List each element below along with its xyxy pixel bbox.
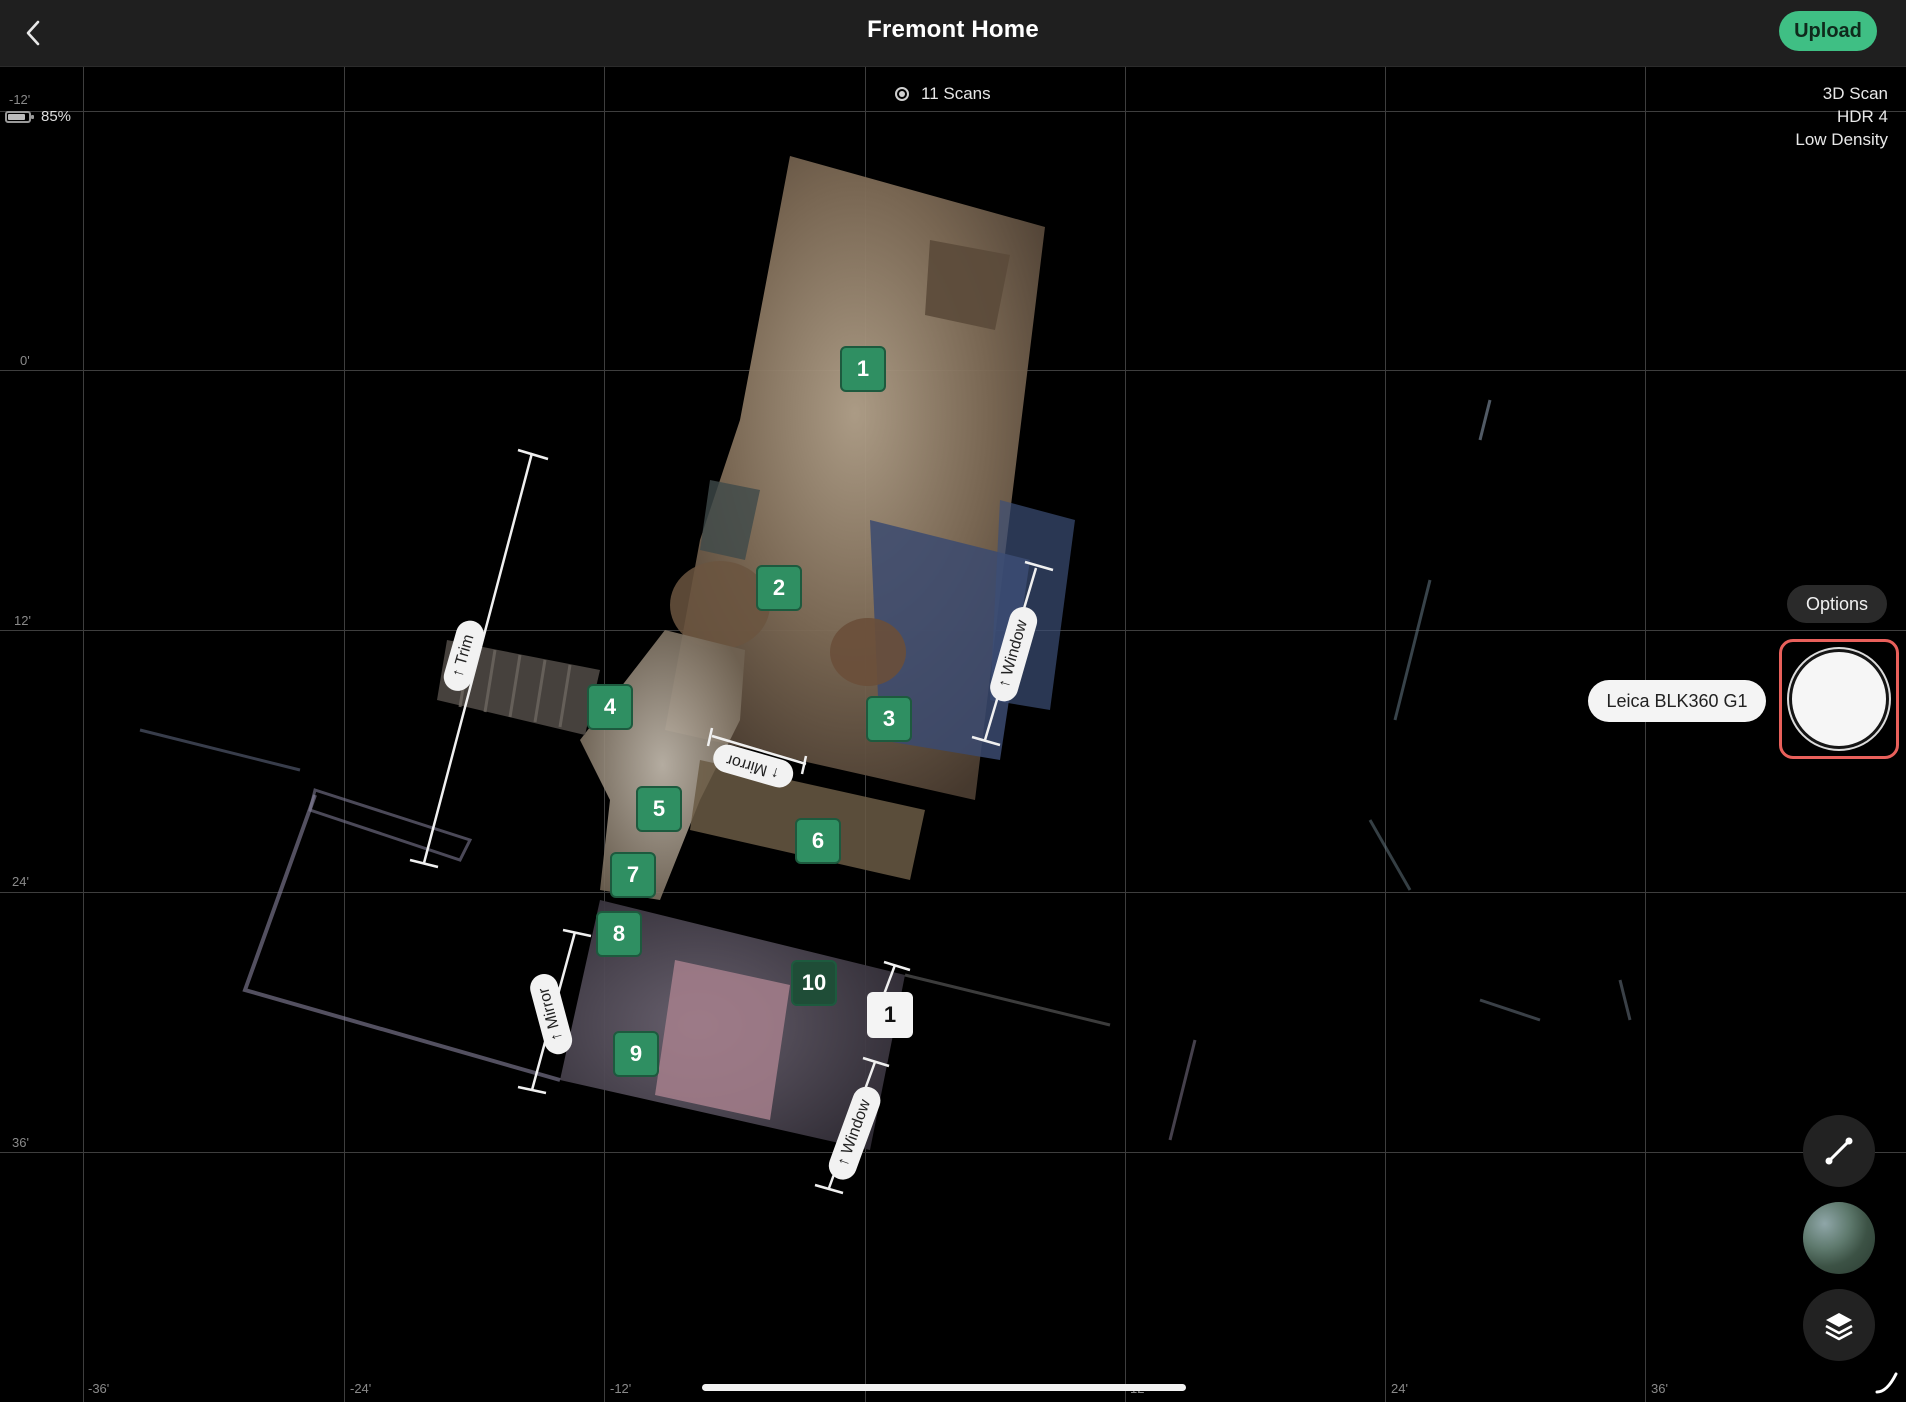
- y-axis-label: -12': [9, 92, 31, 107]
- shutter-highlight: [1779, 639, 1899, 759]
- layers-button[interactable]: [1803, 1289, 1875, 1361]
- y-axis-label: 24': [12, 874, 29, 889]
- scan-settings: 3D Scan HDR 4 Low Density: [1795, 82, 1888, 151]
- x-axis-label: 36': [1651, 1381, 1668, 1396]
- grid-line: [1125, 67, 1126, 1402]
- pencil-stroke-icon: [1875, 1372, 1898, 1394]
- scan-pin-9[interactable]: 9: [613, 1031, 659, 1077]
- page-title: Fremont Home: [867, 16, 1039, 43]
- grid-line: [0, 630, 1906, 631]
- options-button[interactable]: Options: [1787, 585, 1887, 623]
- scan-count-indicator: 11 Scans: [895, 84, 991, 104]
- scan-pin-5[interactable]: 5: [636, 786, 682, 832]
- grid-line: [604, 67, 605, 1402]
- scan-map[interactable]: -12' 0' 12' 24' 36' -36' -24' -12' 12' 2…: [0, 67, 1906, 1402]
- scan-density: Low Density: [1795, 130, 1888, 149]
- scan-pin-6[interactable]: 6: [795, 818, 841, 864]
- scan-count-label: 11 Scans: [921, 84, 991, 103]
- y-axis-label: 0': [20, 353, 30, 368]
- scan-hdr: HDR 4: [1836, 107, 1888, 126]
- battery-icon: [5, 110, 34, 123]
- y-axis-label: 36': [12, 1135, 29, 1150]
- scan-pin-8[interactable]: 8: [596, 911, 642, 957]
- scan-shutter-button[interactable]: [1789, 649, 1889, 749]
- grid-line: [344, 67, 345, 1402]
- grid-line: [1645, 67, 1646, 1402]
- grid-line: [0, 1152, 1906, 1153]
- scan-pin-4[interactable]: 4: [587, 684, 633, 730]
- floor-marker-label: 1: [883, 1002, 897, 1027]
- scan-pin-2[interactable]: 2: [756, 565, 802, 611]
- measure-button[interactable]: [1803, 1115, 1875, 1187]
- scan-pin-7[interactable]: 7: [610, 852, 656, 898]
- measure-line-icon: [1825, 1137, 1853, 1165]
- x-axis-label: 24': [1391, 1381, 1408, 1396]
- x-axis-label: -36': [88, 1381, 110, 1396]
- battery-indicator: 85%: [5, 108, 71, 125]
- scan-pin-1[interactable]: 1: [840, 346, 886, 392]
- x-axis-label: -12': [610, 1381, 632, 1396]
- upload-button[interactable]: Upload: [1779, 11, 1877, 51]
- grid-line: [0, 111, 1906, 112]
- layers-icon: [1825, 1313, 1853, 1341]
- scan-preview-thumbnail[interactable]: [1803, 1202, 1875, 1274]
- scan-pin-3[interactable]: 3: [866, 696, 912, 742]
- floor-marker-icon[interactable]: 1: [867, 992, 913, 1038]
- y-axis-label: 12': [14, 613, 31, 628]
- x-axis-label: -24': [350, 1381, 372, 1396]
- device-selector[interactable]: Leica BLK360 G1: [1588, 680, 1766, 722]
- home-indicator: [702, 1384, 1186, 1391]
- grid-line: [1385, 67, 1386, 1402]
- battery-percent: 85%: [41, 108, 72, 125]
- top-bar: Fremont Home Upload: [0, 0, 1906, 67]
- record-dot-icon: [895, 87, 909, 101]
- grid-line: [83, 67, 84, 1402]
- grid-line: [0, 892, 1906, 893]
- scan-pin-10[interactable]: 10: [791, 960, 837, 1006]
- scan-mode: 3D Scan: [1822, 84, 1888, 103]
- grid-line: [0, 370, 1906, 371]
